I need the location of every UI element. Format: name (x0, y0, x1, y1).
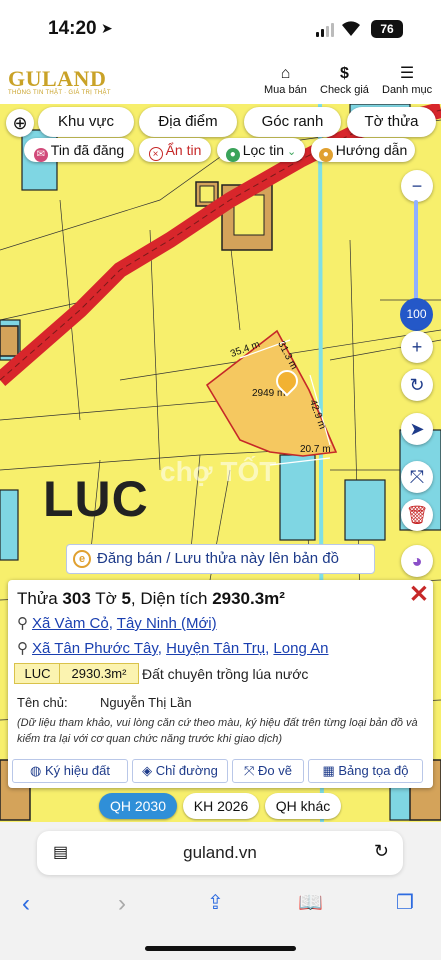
chevron-right-icon: › (118, 890, 126, 917)
forward-button[interactable]: › (118, 890, 126, 918)
link-tinh-cu[interactable]: Long An (273, 640, 328, 657)
guland-icon: e (73, 550, 91, 568)
land-code-tag: LUC (14, 663, 61, 684)
house-icon: ⌂ (280, 65, 291, 82)
land-type: Đất chuyên trồng lúa nước (142, 666, 309, 682)
address-bar[interactable]: ▤ guland.vn ↻ (37, 831, 403, 875)
owner-name: Nguyễn Thị Lần (100, 695, 192, 710)
location-arrow-icon: ➤ (101, 20, 113, 36)
measure-button[interactable]: ⤧ (401, 461, 433, 493)
chip-huong-dan[interactable]: ● Hướng dẫn (311, 138, 415, 162)
chip-goc-ranh[interactable]: Góc ranh (244, 107, 341, 137)
tab-kh-2026[interactable]: KH 2026 (183, 793, 259, 819)
map-marker-icon: ⚲ (17, 615, 28, 632)
crosshair-icon: ⊕ (12, 113, 28, 133)
link-tinh[interactable]: Tây Ninh (Mới) (117, 615, 217, 632)
guide-icon: ● (318, 148, 333, 162)
nav-mua-ban[interactable]: ⌂ Mua bán (264, 64, 307, 96)
chip-an-tin[interactable]: × Ẩn tin (139, 138, 211, 162)
url-text: guland.vn (183, 843, 257, 862)
parcel-info-panel: Thửa 303 Tờ 5, Diện tích 2930.3m² ✕ ⚲ Xã … (8, 580, 433, 788)
chevron-left-icon: ‹ (22, 890, 30, 917)
address-new: ⚲ Xã Vàm Cỏ, Tây Ninh (Mới) (17, 615, 217, 632)
coordinate-table-button[interactable]: ▦ Bảng tọa độ (308, 759, 423, 783)
clock: 14:20 (48, 18, 97, 39)
directions-icon: ◈ (142, 763, 153, 778)
chip-dia-diem[interactable]: Địa điểm (139, 107, 237, 137)
signal-icon (316, 21, 334, 37)
refresh-button[interactable]: ↻ (401, 369, 433, 401)
back-button[interactable]: ‹ (22, 890, 30, 918)
chip-tin-da-dang[interactable]: ✉ Tin đã đăng (24, 138, 134, 162)
measure-draw-button[interactable]: ⤧ Đo vẽ (232, 759, 304, 783)
address-old: ⚲ Xã Tân Phước Tây, Huyện Tân Trụ, Long A… (17, 640, 329, 657)
book-icon: 📖 (298, 892, 323, 914)
nav-check-gia[interactable]: $ Check giá (320, 64, 369, 96)
link-huyen[interactable]: Huyện Tân Trụ (166, 640, 265, 657)
tabs-button[interactable]: ❐ (396, 890, 414, 915)
tabs-icon: ❐ (396, 892, 414, 914)
nav-danh-muc[interactable]: ☰ Danh mục (382, 64, 432, 96)
zoom-out-button[interactable]: − (401, 170, 433, 202)
reload-icon[interactable]: ↻ (374, 841, 389, 862)
layer-palette-button[interactable]: ◕ (401, 545, 433, 577)
trash-icon: 🗑 (405, 504, 429, 525)
wifi-icon (342, 21, 360, 36)
minus-icon: − (411, 175, 423, 196)
map-marker-icon: ⚲ (17, 640, 28, 657)
watermark: chợ TỐT (160, 456, 277, 487)
parcel-title: Thửa 303 Tờ 5, Diện tích 2930.3m² (17, 589, 285, 608)
locate-button[interactable]: ⊕ (6, 109, 34, 137)
zoom-level[interactable]: 100 (400, 298, 433, 331)
tab-qh-khac[interactable]: QH khác (265, 793, 341, 819)
palette-icon: ◍ (29, 763, 42, 778)
directions-button[interactable]: ◈ Chỉ đường (132, 759, 228, 783)
dollar-icon: $ (340, 65, 349, 82)
link-xa[interactable]: Xã Vàm Cỏ (32, 615, 109, 632)
home-indicator (145, 946, 296, 951)
edge-label: 20.7 m (300, 444, 331, 455)
chevron-down-icon: ⌄ (283, 146, 297, 158)
save-parcel-button[interactable]: e Đăng bán / Lưu thửa này lên bản đồ (66, 544, 375, 574)
ruler-icon: ⤧ (244, 763, 255, 778)
land-code-overlay: LUC (43, 471, 149, 527)
chip-khu-vuc[interactable]: Khu vực (38, 107, 134, 137)
chip-loc-tin[interactable]: ● Lọc tin ⌄ (217, 138, 305, 162)
browser-toolbar: ▤ guland.vn ↻ ‹ › ⇪ 📖 ❐ (0, 822, 441, 960)
guland-logo[interactable]: GULAND THÔNG TIN THẬT · GIÁ TRỊ THẬT (8, 66, 111, 96)
navigate-button[interactable]: ➤ (401, 413, 433, 445)
table-icon: ▦ (322, 763, 335, 778)
navigation-arrow-icon: ➤ (409, 418, 425, 439)
owner-label: Tên chủ: (17, 695, 68, 710)
filter-icon: ● (225, 148, 240, 162)
measure-icon: ⤧ (409, 466, 425, 487)
close-icon[interactable]: ✕ (409, 580, 429, 609)
palette-icon: ◕ (411, 550, 423, 571)
bookmarks-button[interactable]: 📖 (298, 890, 323, 915)
share-icon: ⇪ (207, 892, 224, 914)
app-header: GULAND THÔNG TIN THẬT · GIÁ TRỊ THẬT ⌂ M… (0, 58, 441, 104)
hide-icon: × (148, 147, 163, 161)
post-icon: ✉ (33, 148, 48, 162)
zoom-slider[interactable] (414, 200, 418, 300)
link-xa-cu[interactable]: Xã Tân Phước Tây (32, 640, 158, 657)
delete-button[interactable]: 🗑 (401, 499, 433, 531)
tab-qh-2030[interactable]: QH 2030 (99, 793, 177, 819)
battery-icon: 76 (371, 20, 403, 38)
menu-icon: ☰ (399, 65, 415, 82)
status-bar: 14:20 ➤ 76 (0, 0, 441, 58)
chip-to-thua[interactable]: Tờ thửa (347, 107, 436, 137)
land-symbol-button[interactable]: ◍ Ký hiệu đất (12, 759, 128, 783)
rotate-icon: ↻ (409, 374, 425, 395)
disclaimer-note: (Dữ liệu tham khảo, vui lòng căn cứ theo… (17, 717, 418, 745)
plus-icon: + (411, 336, 423, 357)
land-area-tag: 2930.3m² (59, 663, 139, 684)
zoom-in-button[interactable]: + (401, 331, 433, 363)
share-button[interactable]: ⇪ (207, 890, 224, 915)
